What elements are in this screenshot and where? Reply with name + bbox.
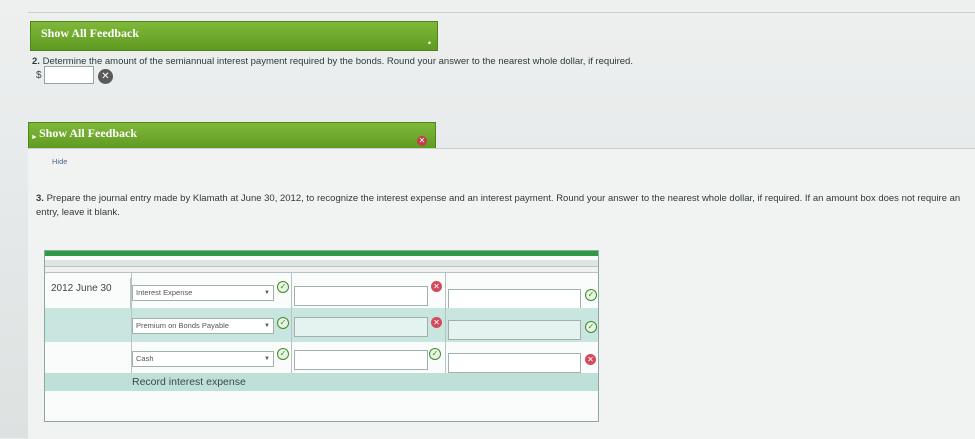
- hide-link[interactable]: Hide: [52, 157, 67, 166]
- explanation-row[interactable]: Record interest expense: [45, 373, 598, 391]
- account-select[interactable]: Premium on Bonds Payable ▼: [132, 318, 274, 334]
- journal-row: Cash ▼ ✓ ✓ ✕: [45, 342, 598, 373]
- correct-icon: ✓: [277, 281, 289, 293]
- explanation-text: Record interest expense: [132, 376, 246, 388]
- question-2: 2. Determine the amount of the semiannua…: [32, 55, 932, 69]
- credit-input[interactable]: [448, 320, 581, 340]
- account-select[interactable]: Cash ▼: [132, 351, 274, 367]
- debit-input[interactable]: [294, 317, 428, 337]
- debit-input[interactable]: [294, 286, 428, 306]
- date-cell: 2012 June 30: [45, 278, 131, 308]
- interest-payment-input[interactable]: [44, 66, 94, 84]
- account-select[interactable]: Interest Expense ▼: [132, 285, 274, 301]
- question-3: 3. Prepare the journal entry made by Kla…: [36, 192, 966, 220]
- correct-icon: ✓: [277, 317, 289, 329]
- incorrect-icon: ✕: [431, 281, 442, 292]
- divider: [291, 272, 292, 373]
- table-header: [45, 267, 598, 273]
- currency-symbol: $: [36, 70, 42, 81]
- incorrect-icon: ✕: [431, 317, 442, 328]
- credit-input[interactable]: [448, 289, 581, 309]
- dropdown-arrow-icon: ▼: [264, 356, 270, 362]
- account-value: Cash: [136, 354, 154, 363]
- question-text: Determine the amount of the semiannual i…: [42, 56, 633, 67]
- journal-entry-table: 2012 June 30 Interest Expense ▼ ✓ ✕ ✓ Pr…: [44, 250, 599, 422]
- question-number: 2.: [32, 56, 40, 67]
- credit-input[interactable]: [448, 353, 581, 373]
- incorrect-icon: ✕: [98, 69, 113, 84]
- table-header: [45, 260, 598, 267]
- dropdown-arrow-icon: ▼: [264, 323, 270, 329]
- close-icon[interactable]: ✕: [417, 136, 427, 146]
- show-all-feedback-bar[interactable]: ► Show All Feedback ✕: [28, 122, 436, 150]
- correct-icon: ✓: [429, 348, 441, 360]
- toggle-icon[interactable]: •: [428, 32, 431, 54]
- journal-row: Premium on Bonds Payable ▼ ✓ ✕ ✓: [45, 308, 598, 342]
- table-accent-bar: [45, 251, 598, 256]
- account-value: Premium on Bonds Payable: [136, 321, 229, 330]
- dropdown-arrow-icon: ▼: [264, 290, 270, 296]
- feedback-bar-label: Show All Feedback: [39, 126, 138, 140]
- feedback-bar-label: Show All Feedback: [41, 26, 140, 40]
- account-value: Interest Expense: [136, 288, 193, 297]
- expand-arrow-icon: ►: [31, 133, 38, 141]
- question-number: 3.: [36, 193, 44, 204]
- correct-icon: ✓: [277, 348, 289, 360]
- divider: [445, 272, 446, 373]
- show-all-feedback-bar[interactable]: Show All Feedback •: [30, 21, 438, 51]
- debit-input[interactable]: [294, 350, 428, 370]
- divider: [28, 12, 975, 13]
- divider: [131, 272, 132, 373]
- incorrect-icon: ✕: [585, 354, 596, 365]
- question-text: Prepare the journal entry made by Klamat…: [36, 193, 961, 218]
- journal-row: 2012 June 30 Interest Expense ▼ ✓ ✕ ✓: [45, 278, 598, 309]
- correct-icon: ✓: [585, 289, 597, 301]
- correct-icon: ✓: [585, 321, 597, 333]
